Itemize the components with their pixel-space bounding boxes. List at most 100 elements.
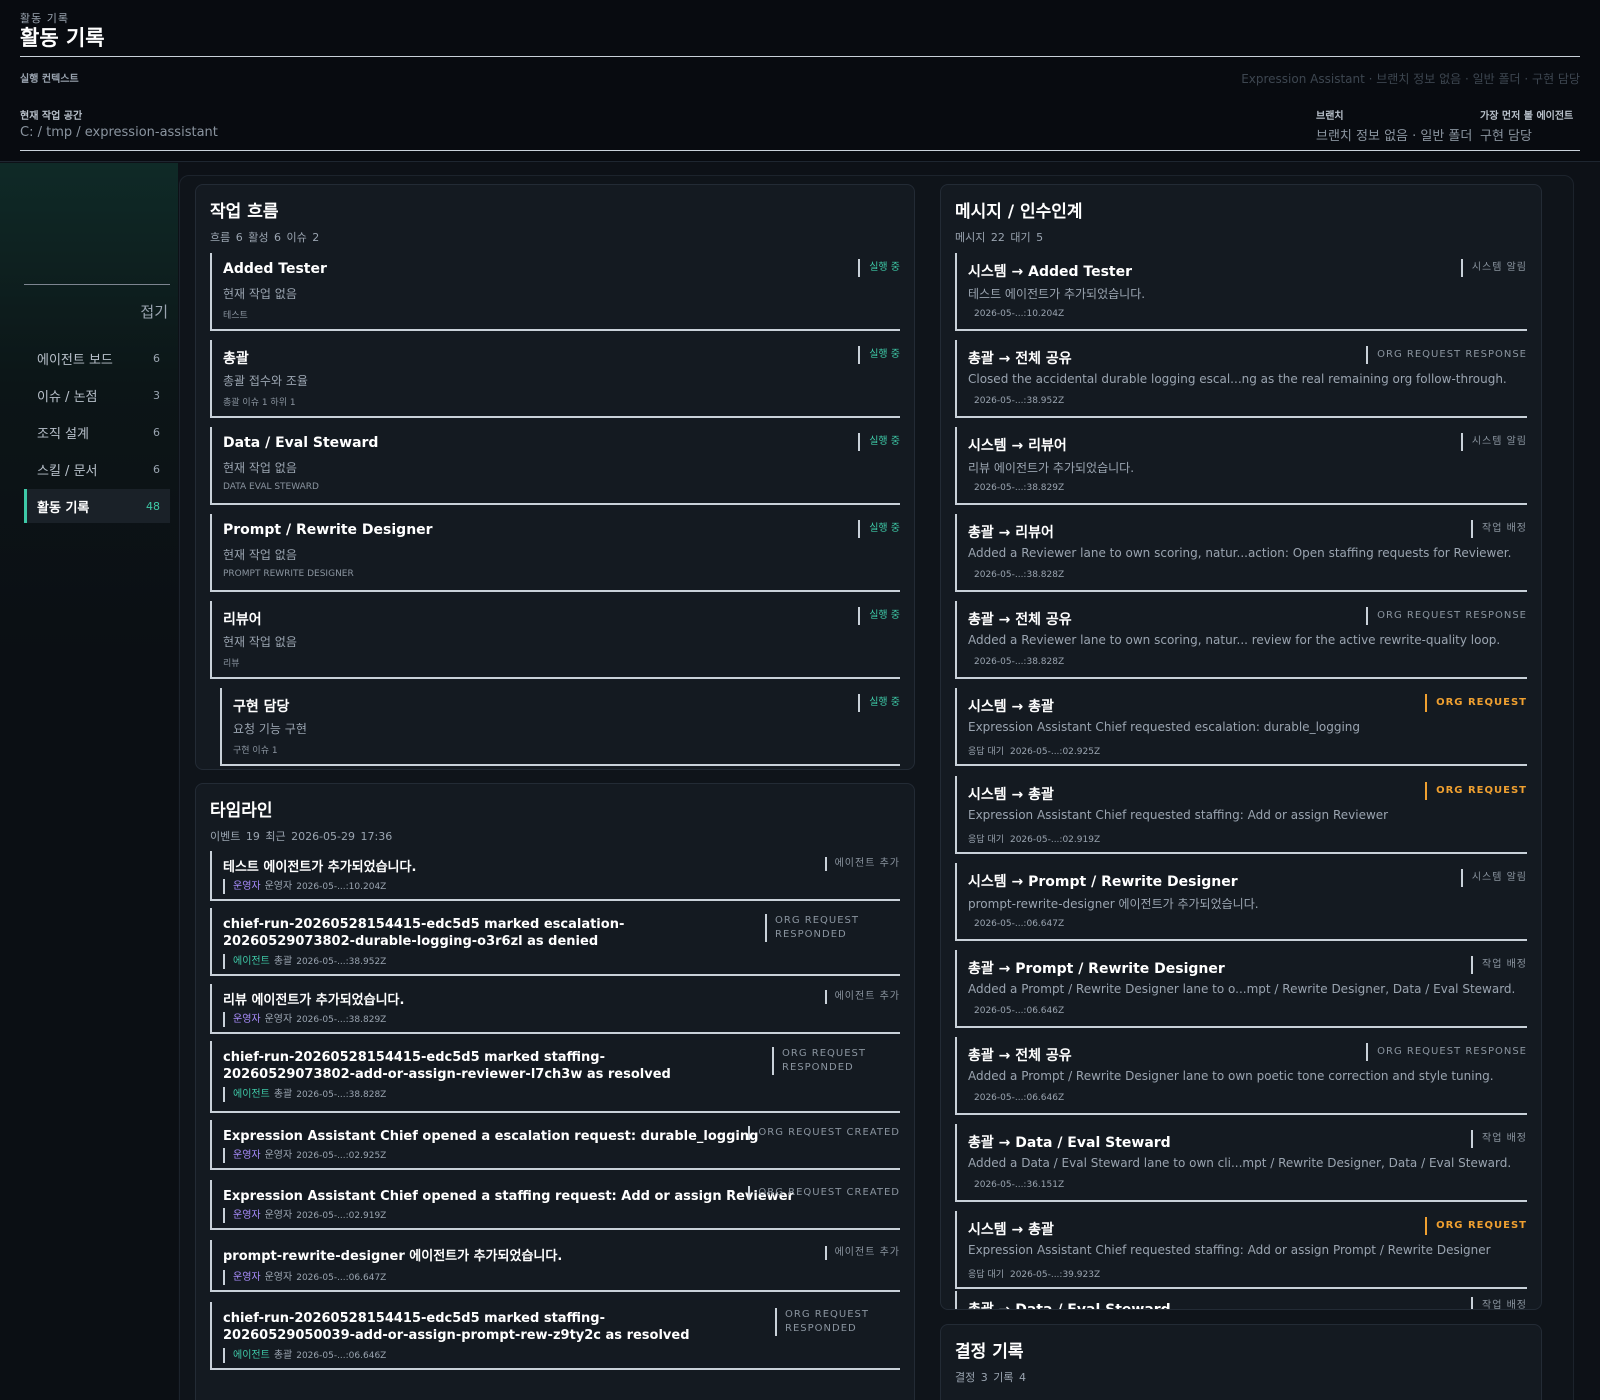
- context-label: 실행 컨텍스트: [20, 74, 79, 85]
- message-kind: ORG REQUEST: [1425, 694, 1527, 712]
- event-title: chief-run-20260528154415-edc5d5 marked s…: [223, 1050, 671, 1082]
- event-kind: ORG REQUEST CREATED: [748, 1186, 900, 1200]
- event-title: chief-run-20260528154415-edc5d5 marked s…: [223, 1311, 690, 1343]
- message-item[interactable]: 시스템 → 총괄 Expression Assistant Chief requ…: [955, 1211, 1527, 1289]
- message-meta: 응답 대기 2026-05-...:02.919Z: [968, 832, 1100, 845]
- message-item[interactable]: 시스템 → 총괄 Expression Assistant Chief requ…: [955, 776, 1527, 854]
- workflow-lane[interactable]: 리뷰어 현재 작업 없음 리뷰 실행 중: [210, 601, 900, 679]
- event-time: 2026-05-...:06.647Z: [296, 1273, 387, 1283]
- message-meta: 2026-05-...:38.828Z: [968, 657, 1064, 667]
- branch-label: 브랜치: [1316, 111, 1344, 122]
- timeline-meta: 이벤트 19 최근 2026-05-29 17:36: [210, 830, 393, 843]
- first-agent-value[interactable]: 구현 담당: [1480, 125, 1532, 144]
- workflow-lane[interactable]: 구현 담당 요청 기능 구현 구현 이슈 1 실행 중: [220, 688, 900, 766]
- message-route: 시스템 → 총괄: [968, 1222, 1054, 1238]
- timeline-event[interactable]: chief-run-20260528154415-edc5d5 marked e…: [210, 908, 900, 976]
- lane-task: 현재 작업 없음: [223, 461, 297, 475]
- workspace-path[interactable]: C: / tmp / expression-assistant: [20, 125, 218, 140]
- message-item[interactable]: 총괄 → Prompt / Rewrite Designer Added a P…: [955, 950, 1527, 1028]
- message-body: 리뷰 에이전트가 추가되었습니다.: [968, 461, 1135, 475]
- message-item[interactable]: 총괄 → 전체 공유 Closed the accidental durable…: [955, 340, 1527, 418]
- message-route: 총괄 → 전체 공유: [968, 612, 1072, 628]
- sidebar-divider: [24, 284, 170, 285]
- event-kind: ORG REQUEST RESPONDED: [775, 1308, 900, 1336]
- sidebar-item-count: 3: [153, 388, 160, 402]
- decisions-meta: 결정 3 기록 4: [955, 1371, 1026, 1384]
- wait-status: 응답 대기: [968, 835, 1004, 845]
- sidebar-item-issues[interactable]: 이슈 / 논점 3: [24, 378, 170, 412]
- workflow-lane[interactable]: Data / Eval Steward 현재 작업 없음 DATA EVAL S…: [210, 427, 900, 505]
- event-meta: 운영자 운영자 2026-05-...:38.829Z: [223, 1012, 386, 1027]
- message-kind: 시스템 알림: [1460, 869, 1527, 887]
- status-badge: 실행 중: [858, 433, 900, 451]
- event-time: 2026-05-...:38.829Z: [296, 1015, 387, 1025]
- lane-tags: 테스트: [223, 311, 248, 321]
- message-meta: 2026-05-...:06.646Z: [968, 1093, 1064, 1103]
- message-meta: 2026-05-...:06.647Z: [968, 919, 1064, 929]
- workflow-title: 작업 흐름: [210, 202, 279, 222]
- timeline-event[interactable]: chief-run-20260528154415-edc5d5 marked s…: [210, 1302, 900, 1370]
- actor-type: 운영자: [233, 881, 261, 892]
- timeline-event[interactable]: chief-run-20260528154415-edc5d5 marked s…: [210, 1041, 900, 1113]
- actor-type: 운영자: [233, 1014, 261, 1025]
- workflow-lane[interactable]: Prompt / Rewrite Designer 현재 작업 없음 PROMP…: [210, 514, 900, 592]
- message-item[interactable]: 총괄 → 전체 공유 Added a Reviewer lane to own …: [955, 601, 1527, 679]
- message-route: 총괄 → Data / Eval Steward: [968, 1302, 1171, 1310]
- timeline-event[interactable]: 리뷰 에이전트가 추가되었습니다. 운영자 운영자 2026-05-...:38.8…: [210, 984, 900, 1034]
- status-badge: 실행 중: [858, 607, 900, 625]
- lane-task: 현재 작업 없음: [223, 287, 297, 301]
- sidebar-item-org-design[interactable]: 조직 설계 6: [24, 415, 170, 449]
- message-meta: 2026-05-...:38.828Z: [968, 570, 1064, 580]
- messages-title: 메시지 / 인수인계: [955, 202, 1083, 222]
- message-time: 2026-05-...:10.204Z: [974, 309, 1065, 319]
- timeline-event[interactable]: Expression Assistant Chief opened a esca…: [210, 1120, 900, 1170]
- message-time: 2026-05-...:02.925Z: [1009, 747, 1101, 757]
- timeline-event[interactable]: prompt-rewrite-designer 에이전트가 추가되었습니다. 운…: [210, 1240, 900, 1292]
- timeline-event[interactable]: 테스트 에이전트가 추가되었습니다. 운영자 운영자 2026-05-...:10.…: [210, 851, 900, 901]
- timeline-event[interactable]: Expression Assistant Chief opened a staf…: [210, 1180, 900, 1230]
- event-meta: 운영자 운영자 2026-05-...:02.925Z: [223, 1148, 386, 1163]
- message-kind: ORG REQUEST RESPONSE: [1366, 346, 1527, 364]
- message-item[interactable]: 시스템 → Added Tester 테스트 에이전트가 추가되었습니다. 20…: [955, 253, 1527, 331]
- sidebar-item-count: 48: [146, 499, 160, 513]
- event-time: 2026-05-...:10.204Z: [296, 882, 387, 892]
- message-time: 2026-05-...:38.828Z: [974, 570, 1065, 580]
- actor-name: 총괄: [273, 1350, 293, 1361]
- timeline-panel: 타임라인 이벤트 19 최근 2026-05-29 17:36 테스트 에이전트…: [195, 783, 915, 1400]
- sidebar-item-activity-log[interactable]: 활동 기록 48: [24, 489, 170, 523]
- first-agent-label: 가장 먼저 볼 에이전트: [1480, 111, 1574, 122]
- sidebar-item-agent-board[interactable]: 에이전트 보드 6: [24, 341, 170, 375]
- lane-tags: 리뷰: [223, 659, 240, 669]
- message-item[interactable]: 시스템 → 총괄 Expression Assistant Chief requ…: [955, 688, 1527, 766]
- sidebar-item-count: 6: [153, 462, 160, 476]
- workflow-meta: 흐름 6 활성 6 이슈 2: [210, 231, 320, 244]
- message-kind: ORG REQUEST RESPONSE: [1366, 1043, 1527, 1061]
- event-meta: 운영자 운영자 2026-05-...:06.647Z: [223, 1270, 386, 1285]
- message-item[interactable]: 시스템 → Prompt / Rewrite Designer prompt-r…: [955, 863, 1527, 941]
- workflow-lane[interactable]: 총괄 총괄 접수와 조율 총괄 이슈 1 하위 1 실행 중: [210, 340, 900, 418]
- collapse-button[interactable]: 접기: [140, 301, 168, 322]
- message-item[interactable]: 시스템 → 리뷰어 리뷰 에이전트가 추가되었습니다. 2026-05-...:…: [955, 427, 1527, 505]
- event-meta: 에이전트 총괄 2026-05-...:38.952Z: [223, 954, 386, 969]
- message-item[interactable]: 총괄 → Data / Eval Steward 작업 배정: [955, 1291, 1527, 1310]
- sidebar-item-skills-docs[interactable]: 스킬 / 문서 6: [24, 452, 170, 486]
- message-item[interactable]: 총괄 → 전체 공유 Added a Prompt / Rewrite Desi…: [955, 1037, 1527, 1115]
- lane-name: 리뷰어: [223, 612, 262, 628]
- message-time: 2026-05-...:39.923Z: [1009, 1270, 1101, 1280]
- message-meta: 2026-05-...:10.204Z: [968, 309, 1064, 319]
- message-meta: 2026-05-...:38.952Z: [968, 396, 1064, 406]
- sidebar-item-label: 스킬 / 문서: [37, 463, 98, 479]
- event-title: Expression Assistant Chief opened a staf…: [223, 1189, 794, 1204]
- event-kind: ORG REQUEST RESPONDED: [772, 1047, 900, 1075]
- message-kind: ORG REQUEST RESPONSE: [1366, 607, 1527, 625]
- message-item[interactable]: 총괄 → Data / Eval Steward Added a Data / …: [955, 1124, 1527, 1202]
- lane-tags: 총괄 이슈 1 하위 1: [223, 398, 296, 408]
- event-title: chief-run-20260528154415-edc5d5 marked e…: [223, 917, 625, 949]
- actor-name: 운영자: [264, 1272, 293, 1283]
- workflow-lane[interactable]: Added Tester 현재 작업 없음 테스트 실행 중: [210, 253, 900, 331]
- lane-name: Prompt / Rewrite Designer: [223, 522, 433, 538]
- wait-status: 응답 대기: [968, 747, 1004, 757]
- message-item[interactable]: 총괄 → 리뷰어 Added a Reviewer lane to own sc…: [955, 514, 1527, 592]
- workspace-label: 현재 작업 공간: [20, 111, 83, 122]
- message-time: 2026-05-...:06.647Z: [974, 919, 1065, 929]
